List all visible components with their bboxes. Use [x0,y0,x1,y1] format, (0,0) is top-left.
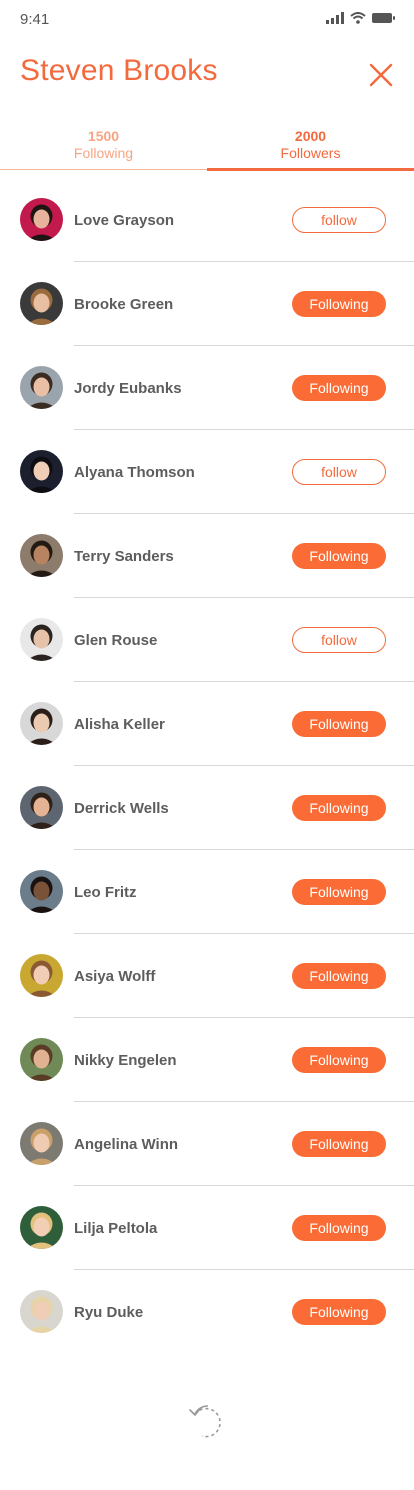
avatar[interactable] [20,618,63,661]
user-name: Asiya Wolff [74,968,156,985]
avatar-image [20,702,63,745]
avatar-image [20,282,63,325]
avatar-image [20,1122,63,1165]
following-button[interactable]: Following [292,1131,386,1157]
list-item-brooke-green[interactable]: Brooke Green Following [0,262,414,346]
followers-list: Love Grayson follow Brooke Green Followi… [0,178,414,1354]
follow-button[interactable]: follow [292,459,386,485]
list-item-terry-sanders[interactable]: Terry Sanders Following [0,514,414,598]
user-name: Derrick Wells [74,800,169,817]
avatar[interactable] [20,702,63,745]
follow-button[interactable]: follow [292,627,386,653]
avatar[interactable] [20,954,63,997]
list-item-alisha-keller[interactable]: Alisha Keller Following [0,682,414,766]
list-item-love-grayson[interactable]: Love Grayson follow [0,178,414,262]
avatar-image [20,786,63,829]
tab-following[interactable]: 1500 Following [0,128,207,172]
user-name: Nikky Engelen [74,1052,177,1069]
following-button[interactable]: Following [292,1047,386,1073]
user-name: Ryu Duke [74,1304,144,1321]
list-item-jordy-eubanks[interactable]: Jordy Eubanks Following [0,346,414,430]
following-button[interactable]: Following [292,1215,386,1241]
signal-icon [326,12,344,24]
user-name: Alyana Thomson [74,464,195,481]
list-item-glen-rouse[interactable]: Glen Rouse follow [0,598,414,682]
tab-bar: 1500 Following 2000 Followers [0,128,414,172]
avatar-image [20,1290,63,1333]
following-button[interactable]: Following [292,963,386,989]
active-tab-indicator [207,168,414,171]
following-button[interactable]: Following [292,375,386,401]
following-button[interactable]: Following [292,795,386,821]
avatar[interactable] [20,1122,63,1165]
avatar-image [20,198,63,241]
following-button[interactable]: Following [292,711,386,737]
status-time: 9:41 [20,11,50,28]
list-item-ryu-duke[interactable]: Ryu Duke Following [0,1270,414,1354]
following-button[interactable]: Following [292,543,386,569]
user-name: Glen Rouse [74,632,158,649]
list-item-derrick-wells[interactable]: Derrick Wells Following [0,766,414,850]
follow-button[interactable]: follow [292,207,386,233]
user-name: Brooke Green [74,296,174,313]
avatar-image [20,1038,63,1081]
avatar-image [20,534,63,577]
avatar-image [20,450,63,493]
tab-followers[interactable]: 2000 Followers [207,128,414,172]
user-name: Jordy Eubanks [74,380,182,397]
avatar[interactable] [20,870,63,913]
following-button[interactable]: Following [292,291,386,317]
avatar[interactable] [20,1038,63,1081]
status-bar: 9:41 [0,0,414,40]
avatar-image [20,618,63,661]
avatar[interactable] [20,786,63,829]
following-button[interactable]: Following [292,879,386,905]
page-title: Steven Brooks [20,54,218,87]
list-item-alyana-thomson[interactable]: Alyana Thomson follow [0,430,414,514]
avatar[interactable] [20,1290,63,1333]
followers-label: Followers [280,145,341,161]
avatar[interactable] [20,366,63,409]
followers-count: 2000 [294,128,327,144]
following-button[interactable]: Following [292,1299,386,1325]
wifi-icon [350,12,366,24]
avatar-image [20,366,63,409]
user-name: Terry Sanders [74,548,174,565]
user-name: Love Grayson [74,212,175,229]
status-icons [326,12,396,24]
user-name: Alisha Keller [74,716,165,733]
refresh-icon[interactable] [186,1398,230,1442]
battery-icon [372,13,395,23]
list-item-asiya-wolff[interactable]: Asiya Wolff Following [0,934,414,1018]
list-item-angelina-winn[interactable]: Angelina Winn Following [0,1102,414,1186]
following-label: Following [73,145,134,161]
avatar[interactable] [20,198,63,241]
list-item-leo-fritz[interactable]: Leo Fritz Following [0,850,414,934]
list-item-nikky-engelen[interactable]: Nikky Engelen Following [0,1018,414,1102]
user-name: Leo Fritz [74,884,137,901]
avatar[interactable] [20,534,63,577]
avatar-image [20,1206,63,1249]
avatar-image [20,954,63,997]
avatar[interactable] [20,282,63,325]
close-icon[interactable] [366,60,396,90]
user-name: Lilja Peltola [74,1220,158,1237]
avatar[interactable] [20,1206,63,1249]
avatar-image [20,870,63,913]
user-name: Angelina Winn [74,1136,179,1153]
avatar[interactable] [20,450,63,493]
list-item-lilja-peltola[interactable]: Lilja Peltola Following [0,1186,414,1270]
following-count: 1500 [87,128,120,144]
